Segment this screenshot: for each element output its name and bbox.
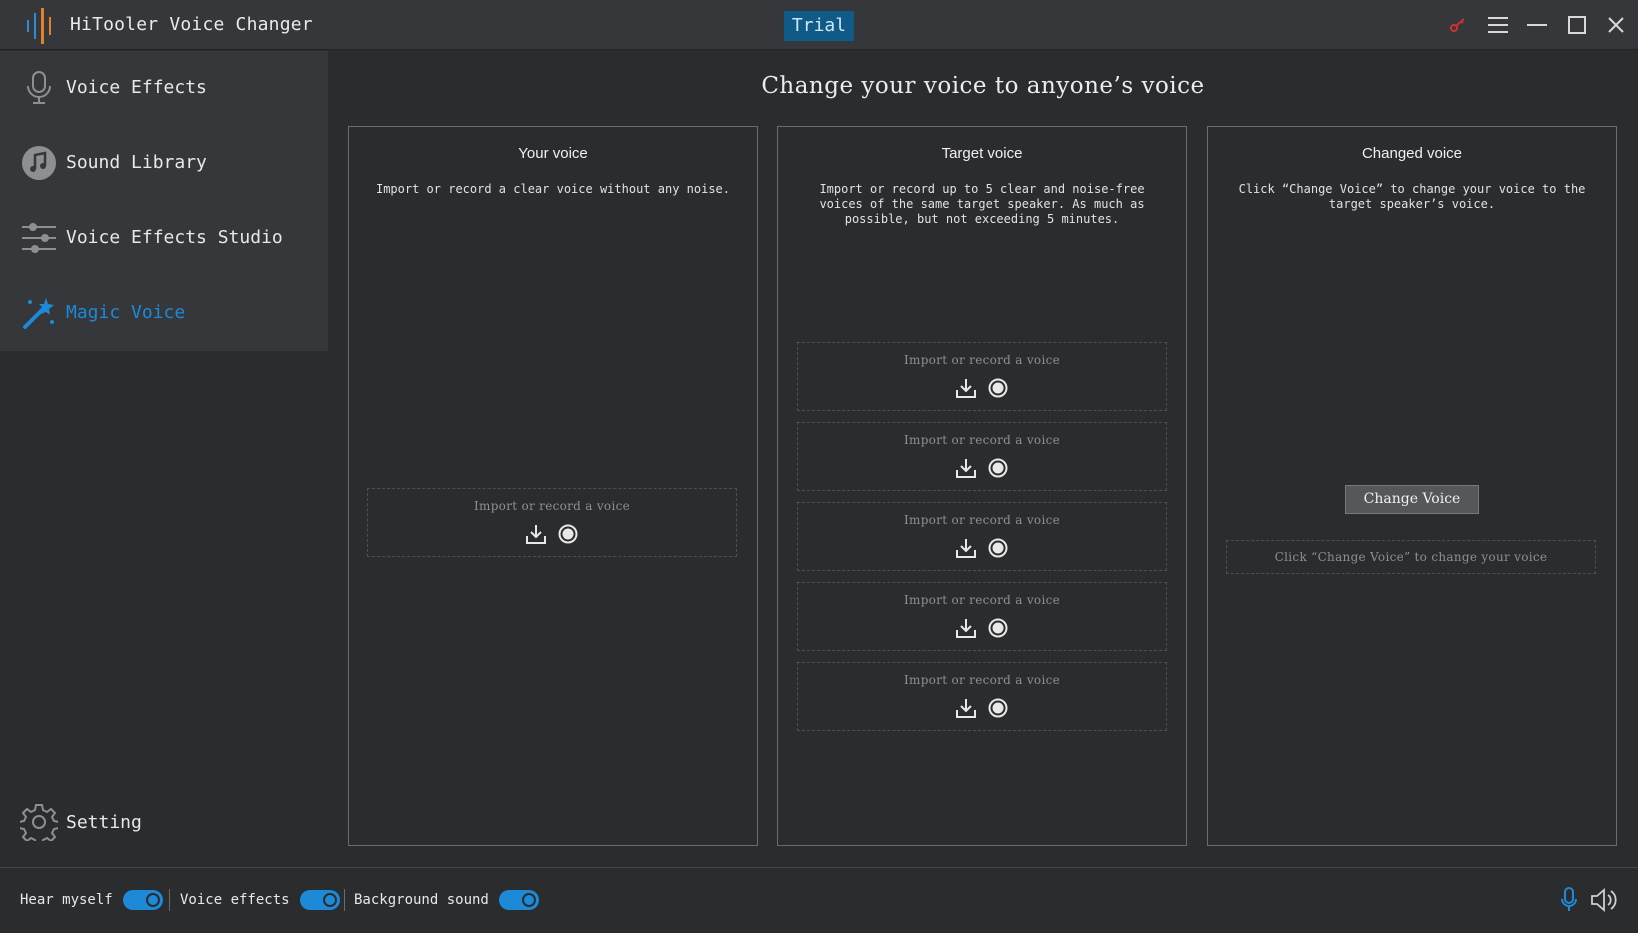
panel-description: Import or record a clear voice without a…: [375, 182, 730, 196]
divider: [169, 889, 170, 911]
sidebar-item-magic-voice[interactable]: Magic Voice: [0, 276, 328, 351]
sidebar-item-voice-effects-studio[interactable]: Voice Effects Studio: [0, 201, 328, 276]
page-title: Change your voice to anyone’s voice: [761, 73, 1205, 99]
import-icon[interactable]: [525, 523, 547, 545]
sidebar-item-label: Sound Library: [66, 152, 207, 173]
voice-slot: Import or record a voice: [797, 422, 1167, 491]
record-icon[interactable]: [987, 457, 1009, 479]
your-voice-panel: Your voice Import or record a clear voic…: [348, 126, 758, 846]
close-icon[interactable]: [1599, 8, 1633, 42]
sidebar-item-label: Voice Effects Studio: [66, 227, 283, 248]
speaker-icon[interactable]: [1590, 886, 1618, 914]
voice-slot: Import or record a voice: [797, 342, 1167, 411]
magic-wand-icon: [20, 293, 58, 333]
gear-icon: [18, 803, 60, 846]
target-voice-panel: Target voice Import or record up to 5 cl…: [777, 126, 1187, 846]
setting-label: Setting: [66, 812, 142, 833]
toggle-label: Voice effects: [180, 892, 290, 908]
record-icon[interactable]: [987, 617, 1009, 639]
record-icon[interactable]: [987, 697, 1009, 719]
panel-title: Target voice: [941, 145, 1023, 162]
sidebar-item-setting[interactable]: Setting: [0, 793, 328, 853]
import-icon[interactable]: [955, 617, 977, 639]
import-icon[interactable]: [955, 377, 977, 399]
slot-label: Import or record a voice: [903, 513, 1061, 527]
changed-voice-panel: Changed voice Click “Change Voice” to ch…: [1207, 126, 1617, 846]
sidebar: Voice Effects Sound Library Voice Effect…: [0, 51, 328, 867]
maximize-icon[interactable]: [1560, 8, 1594, 42]
voice-slot: Import or record a voice: [797, 502, 1167, 571]
change-voice-hint: Click “Change Voice” to change your voic…: [1226, 540, 1596, 574]
import-icon[interactable]: [955, 457, 977, 479]
voice-slot: Import or record a voice: [797, 582, 1167, 651]
register-key-icon[interactable]: [1441, 8, 1475, 42]
record-icon[interactable]: [557, 523, 579, 545]
minimize-icon[interactable]: [1520, 8, 1554, 42]
panel-description: Import or record up to 5 clear and noise…: [819, 182, 1145, 226]
toggle-label: Hear myself: [20, 892, 113, 908]
voice-slot: Import or record a voice: [367, 488, 737, 557]
slot-label: Import or record a voice: [473, 499, 631, 513]
record-icon[interactable]: [987, 377, 1009, 399]
import-icon[interactable]: [955, 537, 977, 559]
import-icon[interactable]: [955, 697, 977, 719]
sliders-icon: [20, 218, 58, 258]
background-sound-control: Background sound: [354, 890, 539, 910]
slot-label: Import or record a voice: [903, 433, 1061, 447]
trial-button[interactable]: Trial: [784, 11, 854, 41]
app-logo-icon: [24, 8, 58, 44]
panel-title: Your voice: [518, 145, 588, 162]
slot-label: Import or record a voice: [903, 593, 1061, 607]
panel-title: Changed voice: [1361, 145, 1463, 162]
voice-effects-control: Voice effects: [180, 890, 340, 910]
voice-slot: Import or record a voice: [797, 662, 1167, 731]
main-content: Change your voice to anyone’s voice Your…: [328, 51, 1638, 867]
music-note-icon: [20, 143, 58, 183]
slot-label: Import or record a voice: [903, 673, 1061, 687]
toggle-label: Background sound: [354, 892, 489, 908]
voice-effects-toggle[interactable]: [299, 890, 340, 910]
background-sound-toggle[interactable]: [498, 890, 539, 910]
microphone-icon: [20, 68, 58, 108]
panel-description: Click “Change Voice” to change your voic…: [1238, 182, 1586, 211]
sidebar-item-voice-effects[interactable]: Voice Effects: [0, 51, 328, 126]
sidebar-item-sound-library[interactable]: Sound Library: [0, 126, 328, 201]
sidebar-item-label: Magic Voice: [66, 302, 186, 323]
change-voice-button[interactable]: Change Voice: [1345, 485, 1479, 514]
divider: [344, 889, 345, 911]
microphone-icon[interactable]: [1555, 886, 1583, 914]
title-bar: HiTooler Voice Changer Trial: [0, 0, 1638, 50]
bottom-bar: Hear myself Voice effects Background sou…: [0, 867, 1638, 933]
sidebar-item-label: Voice Effects: [66, 77, 207, 98]
hear-myself-control: Hear myself: [20, 890, 163, 910]
slot-label: Import or record a voice: [903, 353, 1061, 367]
menu-icon[interactable]: [1481, 8, 1515, 42]
record-icon[interactable]: [987, 537, 1009, 559]
app-title: HiTooler Voice Changer: [70, 14, 313, 35]
hear-myself-toggle[interactable]: [122, 890, 163, 910]
